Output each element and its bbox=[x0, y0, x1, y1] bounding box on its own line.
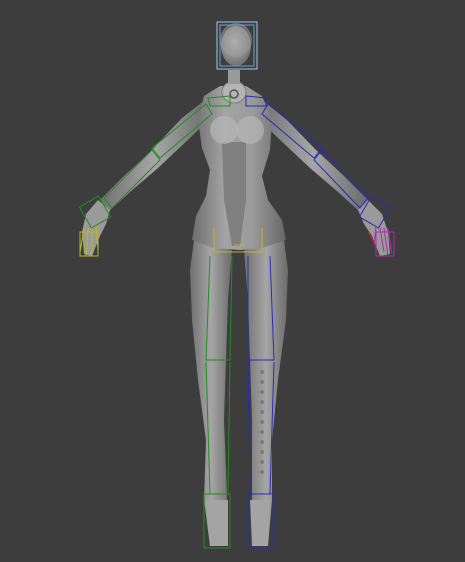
right-hand[interactable] bbox=[358, 200, 390, 256]
3d-viewport[interactable] bbox=[0, 0, 465, 562]
character-scene[interactable] bbox=[0, 0, 465, 562]
chest-left-highlight bbox=[210, 116, 238, 144]
chest-right-highlight bbox=[236, 116, 264, 144]
neck-collar[interactable] bbox=[221, 80, 247, 104]
character-mesh[interactable] bbox=[82, 23, 390, 546]
right-arm[interactable] bbox=[258, 100, 368, 212]
left-arm[interactable] bbox=[100, 100, 210, 212]
head-hair bbox=[220, 23, 252, 57]
neck bbox=[228, 70, 240, 84]
right-foot[interactable] bbox=[250, 500, 270, 546]
